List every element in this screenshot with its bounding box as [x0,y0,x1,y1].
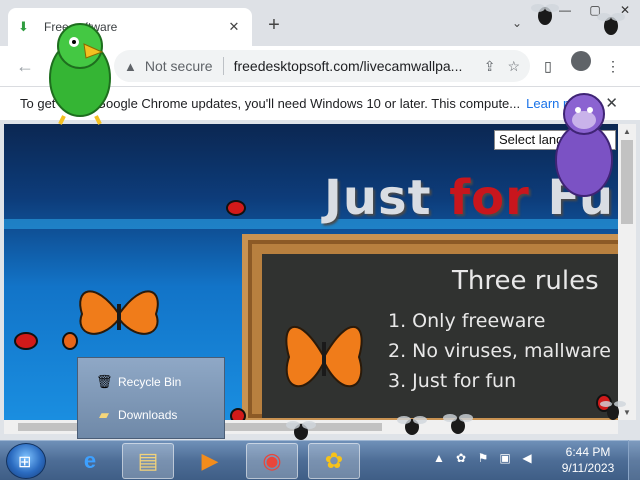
show-hidden-icons-icon[interactable]: ▲ [428,451,450,465]
clock-time: 6:44 PM [565,445,611,459]
clock-date: 9/11/2023 [561,461,615,475]
jump-list-label: Downloads [118,408,178,422]
gorilla-icon [555,93,613,197]
jump-list-label: Recycle Bin [118,375,182,389]
media-player-icon: ▶ [201,448,219,473]
bookmark-star-icon[interactable]: ☆ [507,58,520,75]
omnibox-divider [222,57,224,75]
scroll-thumb[interactable] [621,140,633,224]
taskbar-app-internet-explorer[interactable]: e [64,443,116,479]
rule-item: 3. Just for fun [388,370,517,392]
profile-avatar[interactable] [571,51,591,71]
tray-app-icon[interactable]: ✿ [450,451,472,465]
hero-word-2: for [449,170,548,226]
address-bar[interactable]: ▲ Not secure freedesktopsoft.com/livecam… [114,50,530,82]
photo-viewer-icon: ✿ [324,448,344,473]
security-label[interactable]: Not secure [145,58,213,74]
fly-icon [597,13,625,35]
rules-title: Three rules [452,266,599,296]
recycle-bin-icon: 🗑 [96,374,113,389]
parrot-icon [49,23,111,125]
taskbar-app-media-player[interactable]: ▶ [184,443,236,479]
jump-list-item-downloads[interactable]: ▰ Downloads [96,404,177,426]
fly-icon [443,414,473,434]
side-panel-icon[interactable]: ▯ [539,58,557,75]
downloads-folder-icon: ▰ [99,407,109,422]
ladybug-icon [230,408,246,420]
scroll-up-icon[interactable]: ▲ [623,127,631,136]
tab-search-icon[interactable]: ⌄ [512,16,522,30]
fly-icon [531,4,559,25]
share-icon[interactable]: ⇪ [484,58,496,75]
taskbar: ⊞ e ▤ ▶ ◉ ✿ ▲ ✿ ⚑ ▣ ◀ [0,440,640,480]
internet-explorer-icon: e [83,448,97,473]
menu-kebab-icon[interactable]: ⋮ [604,58,622,75]
fly-icon [286,421,316,440]
url-text[interactable]: freedesktopsoft.com/livecamwallpa... [234,58,472,74]
fly-icon [397,416,427,435]
taskbar-app-photo-viewer[interactable]: ✿ [308,443,360,479]
hero-word-1: Just [324,170,450,226]
rule-item: 2. No viruses, mallware and toolbars [388,340,618,362]
volume-icon[interactable]: ◀ [516,451,538,465]
ladybug-icon [226,200,246,216]
butterfly-icon [285,325,363,388]
fly-icon [600,401,626,420]
flag-icon[interactable]: ⚑ [472,451,494,465]
folder-icon: ▤ [137,448,159,473]
butterfly-icon [79,290,159,335]
windows-logo-icon: ⊞ [18,454,32,471]
taskbar-app-chrome[interactable]: ◉ [246,443,298,479]
download-icon: ⬇ [18,19,29,34]
start-button[interactable]: ⊞ [6,443,46,479]
warning-icon: ▲ [124,58,137,74]
ladybug-icon [14,332,38,350]
network-icon[interactable]: ▣ [494,451,516,465]
jump-list-item-recycle-bin[interactable]: 🗑 Recycle Bin [96,371,181,393]
new-tab-button[interactable]: + [263,14,285,36]
tab-close-icon[interactable]: ✕ [226,19,242,35]
taskbar-jump-list: 🗑 Recycle Bin ▰ Downloads [77,357,225,439]
back-button[interactable]: ← [14,55,36,77]
vertical-scrollbar[interactable]: ▲ ▼ [618,124,636,420]
show-desktop-button[interactable] [628,440,640,480]
ladybug-icon [62,332,78,350]
rule-item: 1. Only freeware [388,310,546,332]
taskbar-clock[interactable]: 6:44 PM 9/11/2023 [557,444,619,476]
taskbar-app-file-explorer[interactable]: ▤ [122,443,174,479]
system-tray: ▲ ✿ ⚑ ▣ ◀ [428,451,538,465]
chrome-icon: ◉ [262,448,282,473]
